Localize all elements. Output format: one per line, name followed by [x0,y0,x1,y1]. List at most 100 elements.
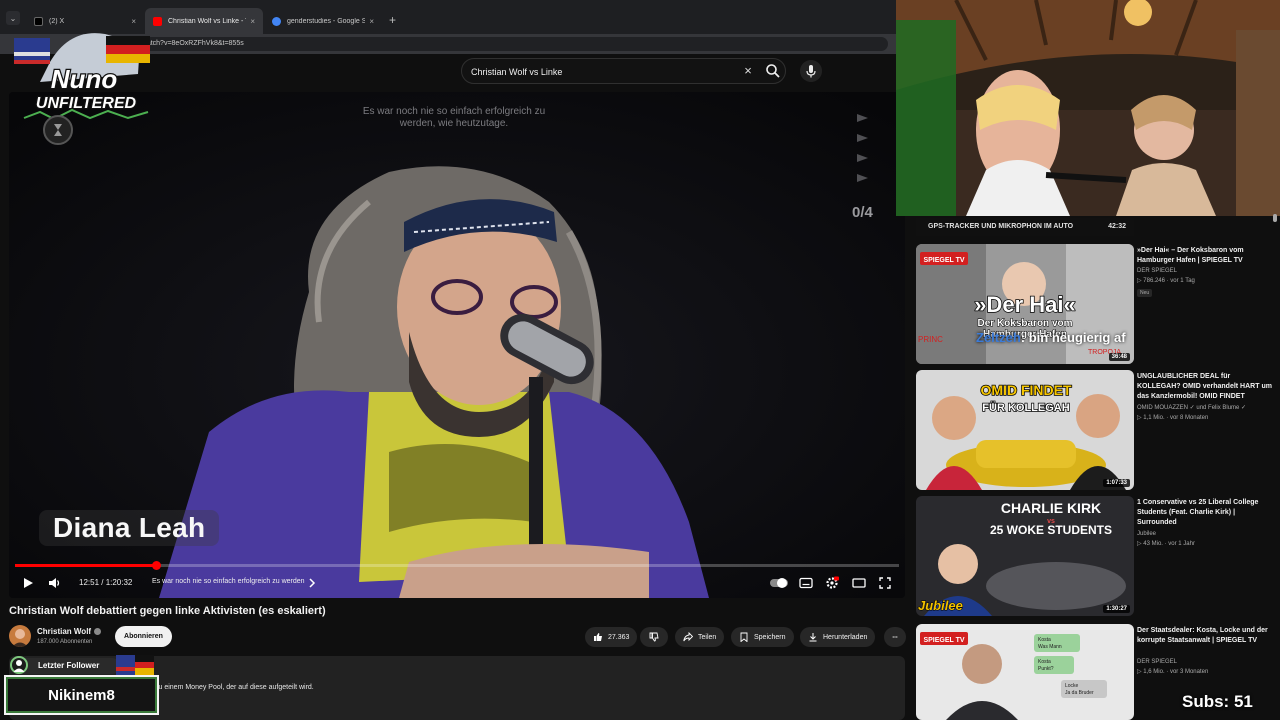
thumb-badge: SPIEGEL TV [923,257,964,264]
queue-arrow-icon [857,174,868,182]
video-thumbnail[interactable]: OMID FINDET FÜR KOLLEGAH 1:07:33 [916,370,1134,490]
avatar-image [12,629,28,647]
queue-arrows [857,114,877,194]
browser-tab-active[interactable]: Christian Wolf vs Linke - YouTube × [145,8,263,34]
video-stats: ▷ 1,6 Mio. · vor 3 Monaten [1137,669,1209,675]
video-stats: ▷ 43 Mio. · vor 1 Jahr [1137,541,1195,547]
speaker-name-overlay: Diana Leah [39,510,220,546]
thumb-badge: SPIEGEL TV [923,637,964,644]
thumb-text: Jubilee [918,598,963,613]
save-button[interactable]: Speichern [731,627,794,647]
channel-name[interactable]: Jubilee [1137,530,1275,539]
new-tab-button[interactable]: + [389,13,396,27]
url-field[interactable]: m/watch?v=8eOxRZFhVk8&t=855s [128,37,888,51]
like-button[interactable]: 27.363 [585,627,638,647]
share-label: Teilen [698,633,717,641]
queue-count: 0/4 [852,204,873,221]
video-thumbnail[interactable]: SPIEGEL TV Kosta Was Mann Kosta Punkt? L… [916,624,1134,720]
sidebar-partial-item[interactable]: GPS-TRACKER UND MIKROPHON IM AUTO 42:32 [916,218,1134,236]
thumb-text: »Der Hai« [974,292,1076,317]
video-thumbnail[interactable]: CHARLIE KIRK vs 25 WOKE STUDENTS Jubilee… [916,496,1134,616]
channel-name[interactable]: Christian Wolf [37,627,102,636]
progress-fill [15,564,157,567]
search-box: × [461,58,786,84]
queue-arrow-icon [857,154,868,162]
search-input[interactable] [471,64,731,79]
search-icon[interactable] [765,63,781,79]
chat-text: : bin neugierig af [1020,330,1126,345]
duration-badge: 42:32 [1108,223,1126,230]
theater-mode-icon[interactable] [852,576,866,590]
channel-name[interactable]: DER SPIEGEL [1137,267,1275,276]
chat-username: Zeltzeh [976,330,1021,345]
video-thumbnail[interactable]: SPIEGEL TV »Der Hai« Der Koksbaron vom H… [916,244,1134,364]
clear-search-icon[interactable]: × [741,64,755,78]
volume-icon[interactable] [47,576,61,590]
last-follower-widget: Letzter Follower Nikinem8 [4,655,159,715]
google-favicon-icon [272,16,281,26]
close-tab-icon[interactable]: × [250,17,255,26]
more-actions-button[interactable] [884,627,906,647]
settings-icon[interactable] [825,576,839,590]
description-text: zu einem Money Pool, der auf diese aufge… [155,684,314,691]
thumbs-down-icon [649,632,659,642]
video-title[interactable]: »Der Hai« – Der Koksbaron vom Hamburger … [1137,246,1275,266]
thumb-text: Punkt? [1038,666,1054,672]
microphone-icon[interactable] [800,60,822,82]
chevron-right-icon[interactable] [307,577,317,589]
bookmark-icon [740,632,748,642]
queue-arrow-icon [857,114,868,122]
video-player[interactable]: Es war noch nie so einfach erfolgreich z… [9,92,905,598]
tab-title: Christian Wolf vs Linke - YouTube [168,17,246,25]
user-icon [10,656,28,674]
channel-name[interactable]: OMID MOUAZZEN ✓ und Felix Blume ✓ [1137,404,1275,413]
subscribe-button[interactable]: Abonnieren [115,626,172,647]
recommended-video[interactable]: SPIEGEL TV »Der Hai« Der Koksbaron vom H… [916,244,1276,368]
thumb-text: Kosta [1038,659,1051,665]
like-count: 27.363 [608,633,630,641]
recommended-video[interactable]: CHARLIE KIRK vs 25 WOKE STUDENTS Jubilee… [916,496,1276,620]
thumb-text: Kosta [1038,637,1051,643]
video-title[interactable]: 1 Conservative vs 25 Liberal College Stu… [1137,498,1275,528]
thumb-text: Was Mann [1038,644,1062,650]
browser-tab[interactable]: genderstudies - Google Suche × [264,8,382,34]
download-icon [809,633,817,642]
thumbnail-image: CHARLIE KIRK vs 25 WOKE STUDENTS Jubilee [916,496,1134,616]
video-title[interactable]: UNGLAUBLICHER DEAL für KOLLEGAH? OMID ve… [1137,372,1275,402]
download-button[interactable]: Herunterladen [800,627,876,647]
play-icon[interactable] [21,576,35,590]
duration-badge: 1:30:27 [1103,605,1130,613]
fullscreen-icon[interactable] [878,576,892,590]
duration-badge: 1:07:33 [1103,479,1130,487]
channel-name[interactable]: DER SPIEGEL [1137,658,1275,667]
recommended-video[interactable]: OMID FINDET FÜR KOLLEGAH 1:07:33 UNGLAUB… [916,370,1276,494]
subscriber-count: 187.000 Abonnenten [37,639,93,645]
thumb-text: FÜR KOLLEGAH [982,401,1069,414]
more-horizontal-icon [892,636,898,638]
video-stats: ▷ 786.246 · vor 1 Tag [1137,278,1195,284]
screen: ⌄ (2) X × Christian Wolf vs Linke - YouT… [0,0,1280,720]
dislike-button[interactable] [640,627,668,647]
thumb-text: PRINC [918,335,943,344]
verified-icon [94,628,102,635]
video-stats: ▷ 1,1 Mio. · vor 8 Monaten [1137,415,1209,421]
queue-arrow-icon [857,134,868,142]
close-tab-icon[interactable]: × [369,17,374,26]
player-controls: 12:51 / 1:20:32 Es war noch nie so einfa… [9,572,905,594]
video-title[interactable]: Der Staatsdealer: Kosta, Locke und der k… [1137,626,1275,646]
chapter-title[interactable]: Es war noch nie so einfach erfolgreich z… [152,578,305,585]
autoplay-toggle[interactable] [769,576,789,590]
channel-avatar[interactable] [9,625,31,647]
thumb-text: OMID FINDET [981,382,1072,398]
subs-counter: Subs: 51 [1182,692,1253,711]
progress-bar[interactable] [15,561,899,570]
share-button[interactable]: Teilen [675,627,725,647]
scrollbar-thumb[interactable] [1273,214,1277,222]
chat-overlay-message: Zeltzeh: bin neugierig af [976,330,1126,345]
thumb-text: Locke [1065,683,1079,689]
flags-icon [116,655,154,675]
thumb-text: Der Koksbaron vom [977,318,1072,329]
thumb-text: CHARLIE KIRK [1001,500,1101,516]
subtitles-icon[interactable] [799,576,813,590]
webcam-feed [896,0,1280,216]
